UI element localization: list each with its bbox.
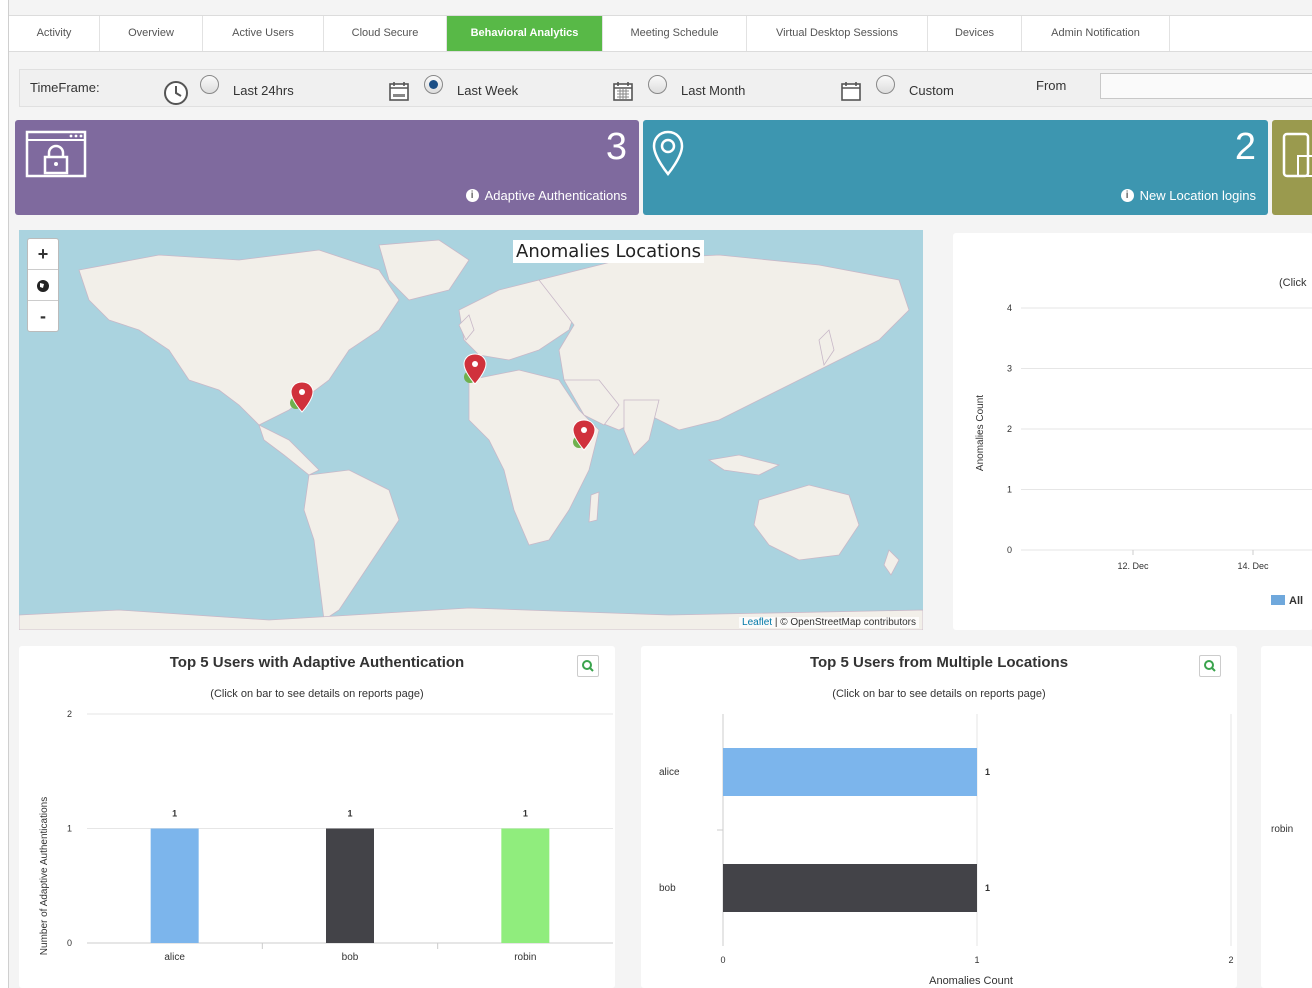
partial-category-label: robin — [1271, 824, 1294, 835]
trend-y-tick: 4 — [1007, 303, 1012, 313]
locations-bar-chart: Anomalies Count 0 1 2 1 alice 1 bob — [659, 714, 1234, 987]
devices-card[interactable] — [1272, 120, 1312, 215]
new-location-caption: i New Location logins — [1120, 188, 1256, 203]
radio-last-24hrs[interactable] — [200, 75, 219, 94]
map-zoom-control: + - — [27, 238, 59, 332]
from-label: From — [1036, 78, 1067, 93]
option-last-month: Last Month — [681, 83, 746, 98]
location-pin-icon — [652, 130, 684, 176]
adaptive-y-tick: 1 — [67, 824, 72, 834]
legend-all[interactable]: All — [1289, 595, 1303, 607]
tab-active-users[interactable]: Active Users — [203, 16, 324, 51]
tab-behavioral-analytics[interactable]: Behavioral Analytics — [447, 16, 603, 51]
adaptive-bar-bob[interactable] — [326, 828, 374, 944]
trend-y-tick: 3 — [1007, 364, 1012, 374]
adaptive-auth-card[interactable]: 3 i Adaptive Authentications — [15, 120, 639, 215]
top-users-adaptive-panel: Top 5 Users with Adaptive Authentication… — [19, 646, 615, 988]
tab-overview[interactable]: Overview — [100, 16, 203, 51]
timeframe-label: TimeFrame: — [30, 80, 100, 95]
trend-y-tick: 1 — [1007, 485, 1012, 495]
osm-attribution: | © OpenStreetMap contributors — [774, 617, 916, 628]
info-icon: i — [1120, 189, 1134, 202]
device-icon — [1282, 132, 1312, 178]
trend-chart: Anomalies Count 0 1 2 3 4 12. Dec 14. Dec All — [975, 303, 1312, 607]
radio-last-week[interactable] — [424, 75, 443, 94]
anomalies-map[interactable]: Anomalies Locations + - Leaflet | © Open… — [19, 230, 923, 630]
adaptive-bar-chart: Number of Adaptive Authentications 0 1 2 1 a… — [39, 709, 613, 963]
leaflet-link[interactable]: Leaflet — [742, 617, 772, 628]
adaptive-x-tick: bob — [342, 952, 359, 963]
anomalies-trend-panel: (Click Anomalies Count 0 1 2 3 4 12. Dec 14. D… — [953, 233, 1312, 630]
adaptive-auth-caption: i Adaptive Authentications — [465, 188, 627, 203]
locations-y-tick: bob — [659, 883, 676, 894]
radio-custom[interactable] — [876, 75, 895, 94]
adaptive-bar-value: 1 — [172, 809, 177, 819]
adaptive-x-tick: alice — [164, 952, 185, 963]
adaptive-auth-label: Adaptive Authentications — [484, 188, 627, 203]
globe-icon[interactable] — [28, 270, 58, 301]
adaptive-bar-robin[interactable] — [501, 828, 550, 944]
tab-admin-notification[interactable]: Admin Notification — [1022, 16, 1170, 51]
tab-devices[interactable]: Devices — [928, 16, 1022, 51]
calendar-icon — [389, 82, 409, 101]
info-icon: i — [465, 189, 479, 202]
zoom-out-button[interactable]: - — [28, 301, 58, 331]
marker-us-west[interactable] — [290, 381, 314, 413]
adaptive-y-axis-label: Number of Adaptive Authentications — [39, 797, 50, 955]
map-title: Anomalies Locations — [513, 240, 704, 263]
from-date-input[interactable] — [1100, 73, 1312, 99]
tab-activity[interactable]: Activity — [9, 16, 100, 51]
adaptive-bar-value: 1 — [523, 809, 528, 819]
adaptive-bar-value: 1 — [347, 809, 352, 819]
trend-y-tick: 2 — [1007, 424, 1012, 434]
tab-bar: Activity Overview Active Users Cloud Sec… — [9, 15, 1312, 52]
tab-cloud-secure[interactable]: Cloud Secure — [324, 16, 447, 51]
locations-bar-alice[interactable] — [723, 748, 977, 796]
radio-last-month[interactable] — [648, 75, 667, 94]
trend-y-axis-label: Anomalies Count — [975, 395, 986, 471]
clock-icon — [164, 81, 188, 105]
world-map-layer — [19, 239, 923, 630]
locations-bar-value: 1 — [985, 883, 990, 893]
adaptive-auth-count: 3 — [605, 126, 627, 168]
option-custom: Custom — [909, 83, 954, 98]
new-location-label: New Location logins — [1139, 188, 1256, 203]
trend-x-tick: 12. Dec — [1117, 561, 1149, 571]
new-location-card[interactable]: 2 i New Location logins — [643, 120, 1268, 215]
adaptive-bar-alice[interactable] — [150, 828, 199, 944]
tab-meeting-schedule[interactable]: Meeting Schedule — [603, 16, 747, 51]
calendar-custom-icon — [841, 82, 861, 101]
adaptive-y-tick: 0 — [67, 938, 72, 948]
browser-lock-icon — [25, 130, 87, 178]
tab-virtual-desktop-sessions[interactable]: Virtual Desktop Sessions — [747, 16, 928, 51]
option-last-week: Last Week — [457, 83, 519, 98]
locations-x-tick: 0 — [720, 955, 725, 965]
option-last-24hrs: Last 24hrs — [233, 83, 294, 98]
calendar-month-icon — [613, 82, 633, 101]
new-location-count: 2 — [1234, 126, 1256, 168]
adaptive-x-tick: robin — [514, 952, 536, 963]
locations-bar-value: 1 — [985, 767, 990, 777]
timeframe-bar: TimeFrame: Last 24hrs Last Week Last Mon… — [19, 69, 1312, 107]
locations-x-tick: 1 — [974, 955, 979, 965]
locations-bar-bob[interactable] — [723, 864, 977, 912]
locations-y-tick: alice — [659, 767, 680, 778]
locations-x-tick: 2 — [1228, 955, 1233, 965]
map-attribution: Leaflet | © OpenStreetMap contributors — [739, 617, 919, 628]
trend-x-tick: 14. Dec — [1237, 561, 1269, 571]
third-chart-panel: robin — [1261, 646, 1312, 988]
trend-y-tick: 0 — [1007, 545, 1012, 555]
top-users-locations-panel: Top 5 Users from Multiple Locations (Cli… — [641, 646, 1237, 988]
adaptive-y-tick: 2 — [67, 709, 72, 719]
zoom-in-button[interactable]: + — [28, 239, 58, 270]
locations-x-axis-label: Anomalies Count — [929, 975, 1013, 987]
legend-swatch — [1271, 595, 1285, 605]
dashboard-frame: Activity Overview Active Users Cloud Sec… — [8, 0, 1312, 988]
